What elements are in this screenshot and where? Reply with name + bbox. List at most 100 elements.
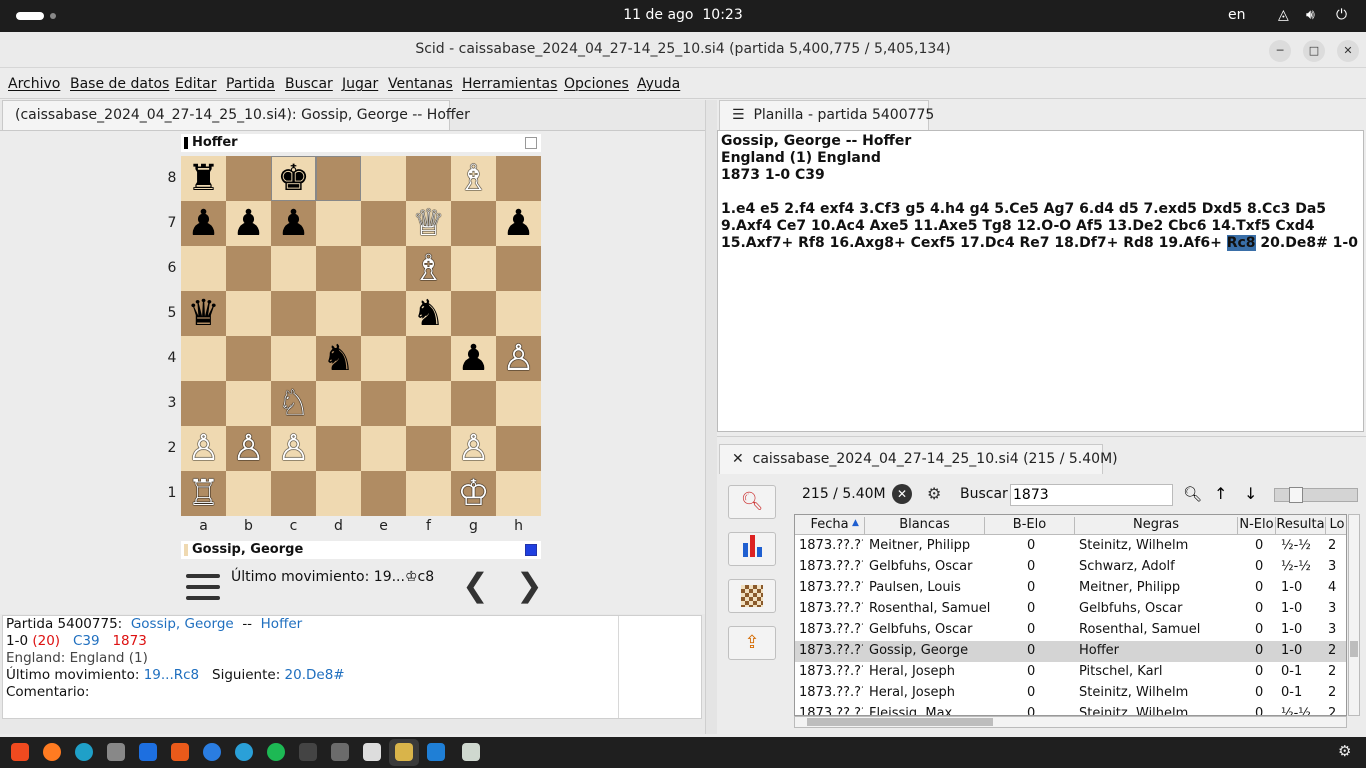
- square-b5[interactable]: [226, 291, 271, 336]
- piece-f7[interactable]: ♕: [412, 201, 444, 246]
- piece-f5[interactable]: ♞: [412, 291, 444, 336]
- filter-reset-icon[interactable]: 🔍︎: [728, 485, 776, 519]
- piece-a8[interactable]: ♜: [187, 156, 219, 201]
- sort-down-icon[interactable]: ↓: [1244, 484, 1257, 503]
- vertical-scrollbar[interactable]: [1348, 514, 1360, 716]
- square-b4[interactable]: [226, 336, 271, 381]
- square-c1[interactable]: [271, 471, 316, 516]
- square-g8[interactable]: ♗: [451, 156, 496, 201]
- piece-c7[interactable]: ♟: [277, 201, 309, 246]
- square-f5[interactable]: ♞: [406, 291, 451, 336]
- col-negras[interactable]: Negras: [1075, 517, 1238, 535]
- square-f7[interactable]: ♕: [406, 201, 451, 246]
- square-c5[interactable]: [271, 291, 316, 336]
- square-a2[interactable]: ♙: [181, 426, 226, 471]
- notation-splitter[interactable]: [717, 436, 1366, 440]
- menu-herramientas[interactable]: Herramientas: [462, 76, 557, 92]
- table-row[interactable]: 1873.??.?? Heral, Joseph 0 Pitschel, Karl 0 0…: [795, 662, 1346, 683]
- square-b1[interactable]: [226, 471, 271, 516]
- square-c7[interactable]: ♟: [271, 201, 316, 246]
- square-c4[interactable]: [271, 336, 316, 381]
- square-c3[interactable]: ♘: [271, 381, 316, 426]
- brave-icon[interactable]: [11, 743, 29, 761]
- col-longitud[interactable]: Lo: [1326, 517, 1346, 535]
- help-icon[interactable]: [203, 743, 221, 761]
- statistics-icon[interactable]: [728, 532, 776, 566]
- piece-g8[interactable]: ♗: [457, 156, 489, 201]
- menu-opciones[interactable]: Opciones: [564, 76, 629, 92]
- maximize-button[interactable]: □: [1303, 40, 1325, 62]
- horizontal-scrollbar[interactable]: [794, 716, 1347, 728]
- square-h5[interactable]: [496, 291, 541, 336]
- square-d3[interactable]: [316, 381, 361, 426]
- square-b7[interactable]: ♟: [226, 201, 271, 246]
- square-d2[interactable]: [316, 426, 361, 471]
- table-row[interactable]: 1873.??.?? Gossip, George 0 Hoffer 0 1-0 2: [795, 641, 1346, 662]
- writer-icon[interactable]: [139, 743, 157, 761]
- square-b2[interactable]: ♙: [226, 426, 271, 471]
- wifi-icon[interactable]: ◬: [1278, 7, 1289, 23]
- square-d5[interactable]: [316, 291, 361, 336]
- notation-panel[interactable]: Gossip, George -- Hoffer England (1) Eng…: [717, 130, 1364, 432]
- menu-base-de-datos[interactable]: Base de datos: [70, 76, 169, 92]
- square-d8[interactable]: [316, 156, 361, 201]
- power-icon[interactable]: ⏻: [1336, 7, 1347, 23]
- piece-c2[interactable]: ♙: [277, 426, 309, 471]
- board-tab[interactable]: (caissabase_2024_04_27-14_25_10.si4): Go…: [2, 100, 470, 130]
- table-row[interactable]: 1873.??.?? Gelbfuhs, Oscar 0 Schwarz, Adolf…: [795, 557, 1346, 578]
- square-a8[interactable]: ♜: [181, 156, 226, 201]
- square-d4[interactable]: ♞: [316, 336, 361, 381]
- square-d6[interactable]: [316, 246, 361, 291]
- piece-g4[interactable]: ♟: [457, 336, 489, 381]
- table-row[interactable]: 1873.??.?? Fleissig, Max 0 Steinitz, Wilhel…: [795, 704, 1346, 715]
- piece-c8[interactable]: ♚: [277, 156, 309, 201]
- menu-archivo[interactable]: Archivo: [8, 76, 60, 92]
- square-e6[interactable]: [361, 246, 406, 291]
- square-b8[interactable]: [226, 156, 271, 201]
- document-viewer-icon[interactable]: [363, 743, 381, 761]
- minimize-button[interactable]: ─: [1269, 40, 1291, 62]
- table-row[interactable]: 1873.??.?? Rosenthal, Samuel 0 Gelbfuhs, Os…: [795, 599, 1346, 620]
- close-tab-icon[interactable]: ✕: [732, 451, 744, 467]
- square-g7[interactable]: [451, 201, 496, 246]
- moves-after[interactable]: 20.De8# 1-0: [1260, 235, 1358, 251]
- info-last-move-link[interactable]: 19...Rc8: [144, 667, 199, 683]
- info-black-player-link[interactable]: Hoffer: [261, 616, 303, 632]
- square-d7[interactable]: [316, 201, 361, 246]
- square-e8[interactable]: [361, 156, 406, 201]
- menu-jugar[interactable]: Jugar: [342, 76, 378, 92]
- square-a1[interactable]: ♖: [181, 471, 226, 516]
- square-h8[interactable]: [496, 156, 541, 201]
- square-g6[interactable]: [451, 246, 496, 291]
- board-filter-icon[interactable]: [728, 579, 776, 613]
- menu-editar[interactable]: Editar: [175, 76, 216, 92]
- piece-c3[interactable]: ♘: [277, 381, 309, 426]
- square-b6[interactable]: [226, 246, 271, 291]
- square-h4[interactable]: ♙: [496, 336, 541, 381]
- piece-g1[interactable]: ♔: [457, 471, 489, 516]
- col-resultado[interactable]: Resulta: [1276, 517, 1326, 535]
- square-e5[interactable]: [361, 291, 406, 336]
- col-n-elo[interactable]: N-Elo: [1238, 517, 1276, 535]
- square-c6[interactable]: [271, 246, 316, 291]
- spotify-icon[interactable]: [267, 743, 285, 761]
- menu-buscar[interactable]: Buscar: [285, 76, 333, 92]
- square-f2[interactable]: [406, 426, 451, 471]
- piece-a2[interactable]: ♙: [187, 426, 219, 471]
- table-row[interactable]: 1873.??.?? Paulsen, Louis 0 Meitner, Philip…: [795, 578, 1346, 599]
- square-e2[interactable]: [361, 426, 406, 471]
- square-a4[interactable]: [181, 336, 226, 381]
- square-d1[interactable]: [316, 471, 361, 516]
- square-e4[interactable]: [361, 336, 406, 381]
- hamburger-menu-icon[interactable]: [186, 570, 220, 602]
- square-g5[interactable]: [451, 291, 496, 336]
- piece-b2[interactable]: ♙: [232, 426, 264, 471]
- gamelist-tab[interactable]: ✕ caissabase_2024_04_27-14_25_10.si4 (21…: [719, 444, 1118, 474]
- gimp-icon[interactable]: [331, 743, 349, 761]
- piece-a7[interactable]: ♟: [187, 201, 219, 246]
- piece-a1[interactable]: ♖: [187, 471, 219, 516]
- piece-d4[interactable]: ♞: [322, 336, 354, 381]
- square-h6[interactable]: [496, 246, 541, 291]
- square-a5[interactable]: ♛: [181, 291, 226, 336]
- search-icon[interactable]: 🔍︎: [1183, 485, 1202, 503]
